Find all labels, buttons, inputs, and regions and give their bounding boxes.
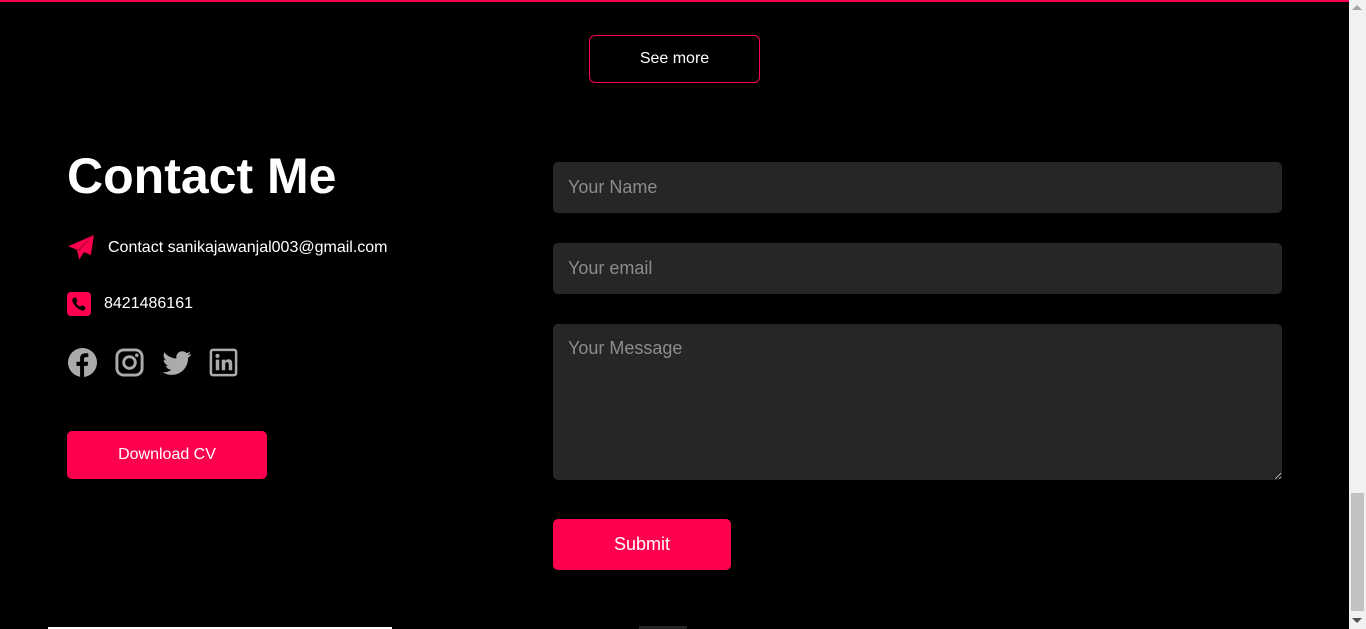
name-input[interactable] bbox=[553, 162, 1282, 213]
contact-phone-text[interactable]: 8421486161 bbox=[104, 295, 193, 313]
scrollbar-thumb[interactable] bbox=[1351, 493, 1364, 611]
contact-title: Contact Me bbox=[67, 148, 337, 204]
scroll-up-icon[interactable] bbox=[1352, 5, 1362, 10]
see-more-button[interactable]: See more bbox=[589, 35, 760, 83]
contact-email-text[interactable]: Contact sanikajawanjal003@gmail.com bbox=[108, 239, 388, 257]
linkedin-icon[interactable] bbox=[208, 347, 239, 378]
email-input[interactable] bbox=[553, 243, 1282, 294]
contact-email-row: Contact sanikajawanjal003@gmail.com bbox=[67, 234, 388, 262]
phone-icon bbox=[67, 292, 91, 316]
submit-button[interactable]: Submit bbox=[553, 519, 731, 570]
scroll-down-icon[interactable] bbox=[1352, 618, 1362, 623]
page: See more Contact Me Contact sanikajawanj… bbox=[0, 0, 1366, 629]
facebook-icon[interactable] bbox=[67, 347, 98, 378]
twitter-icon[interactable] bbox=[161, 347, 192, 378]
contact-phone-row: 8421486161 bbox=[67, 292, 193, 316]
social-links bbox=[67, 347, 255, 378]
paper-plane-icon bbox=[67, 234, 95, 262]
message-textarea[interactable] bbox=[553, 324, 1282, 480]
instagram-icon[interactable] bbox=[114, 347, 145, 378]
download-cv-button[interactable]: Download CV bbox=[67, 431, 267, 479]
top-divider bbox=[0, 0, 1349, 2]
